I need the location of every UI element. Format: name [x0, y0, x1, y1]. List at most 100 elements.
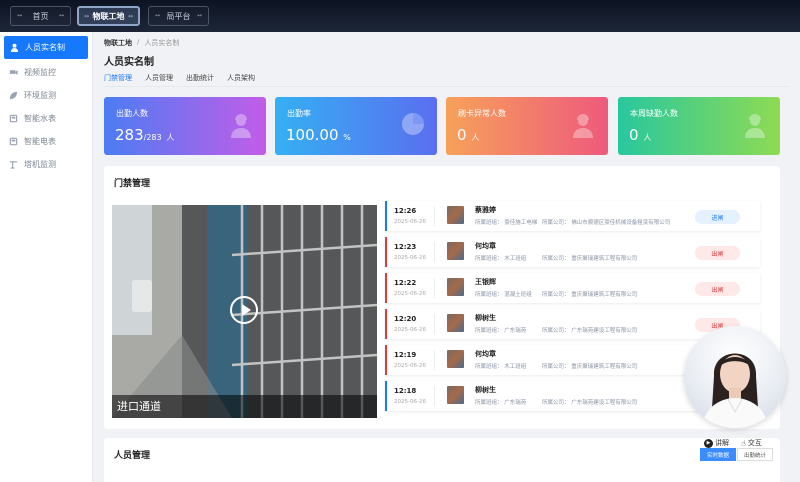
record-date: 2025-06-26	[394, 399, 426, 405]
direction-indicator	[385, 273, 387, 303]
sidebar-item-electric-meter[interactable]: 智能电表	[0, 130, 92, 153]
worker-icon	[231, 114, 251, 138]
direction-indicator	[385, 381, 387, 411]
sidebar-item-environment[interactable]: 环境监测	[0, 84, 92, 107]
tower-crane-icon	[9, 160, 18, 169]
record-divider	[434, 278, 435, 298]
stat-label: 出勤率	[287, 109, 311, 118]
stat-card-absent: 本周缺勤人数 0 人	[618, 97, 780, 155]
electric-meter-icon	[9, 137, 18, 146]
water-meter-icon	[9, 114, 18, 123]
worker-photo	[447, 350, 464, 368]
direction-badge: 出闸	[695, 246, 740, 260]
worker-photo	[447, 314, 464, 332]
access-record[interactable]: 12:20 2025-06-26 柳树生 所属班组： 广东瑞苑 所属公司： 广东…	[385, 309, 760, 339]
stat-value: 100.00 %	[286, 126, 351, 144]
record-time: 12:26	[394, 207, 417, 215]
realtime-data-button[interactable]: 实时数据	[700, 448, 736, 461]
worker-company: 所属公司： 广东瑞苑建设工程有限公司	[542, 400, 638, 406]
double-arrow-icon: ↔	[17, 12, 23, 19]
stat-value: 0 人	[457, 126, 480, 144]
panel-title: 人员管理	[114, 451, 151, 461]
worker-photo	[447, 386, 464, 404]
tab-bar: 门禁管理 人员管理 出勤统计 人员架构	[104, 73, 255, 87]
double-arrow-icon: ↔	[84, 13, 90, 20]
record-divider	[434, 386, 435, 406]
breadcrumb-current: 人员实名制	[144, 39, 180, 47]
tab-divider	[104, 86, 790, 87]
sidebar-item-real-name[interactable]: 人员实名制	[4, 36, 88, 59]
record-divider	[434, 350, 435, 370]
record-time: 12:20	[394, 315, 417, 323]
record-date: 2025-06-26	[394, 255, 426, 261]
stat-card-attendance: 出勤人数 283/283 人	[104, 97, 266, 155]
page-title: 人员实名制	[104, 57, 154, 68]
double-arrow-icon: ↔	[196, 12, 202, 19]
sidebar-item-water-meter[interactable]: 智能水表	[0, 107, 92, 130]
stat-label: 出勤人数	[116, 109, 148, 118]
ai-assistant-avatar[interactable]	[684, 326, 786, 428]
access-control-panel: 门禁管理 进口通道 12:26 2025-06-26 蔡雅婷 所属班组： 豪佳施…	[104, 166, 780, 429]
assistant-interact-button[interactable]: ☝ 交互	[741, 438, 762, 448]
worker-name: 蔡雅婷	[475, 206, 496, 214]
record-divider	[434, 206, 435, 226]
attendance-stats-button[interactable]: 出勤统计	[737, 448, 773, 461]
direction-indicator	[385, 201, 387, 231]
worker-company: 所属公司： 广东瑞苑建设工程有限公司	[542, 328, 638, 334]
access-record[interactable]: 12:26 2025-06-26 蔡雅婷 所属班组： 豪佳施工电梯 所属公司： …	[385, 201, 760, 231]
stat-label: 本周缺勤人数	[630, 109, 678, 118]
worker-photo	[447, 206, 464, 224]
sidebar-item-tower-crane[interactable]: 塔机监测	[0, 153, 92, 176]
speak-icon: ▶	[704, 438, 713, 448]
sidebar: 人员实名制 视频监控 环境监测 智能水表 智能电表 塔机监测	[0, 32, 93, 482]
stat-value: 283/283 人	[115, 126, 175, 144]
record-divider	[434, 314, 435, 334]
sidebar-item-video[interactable]: 视频监控	[0, 61, 92, 84]
direction-indicator	[385, 309, 387, 339]
worker-name: 何均章	[475, 242, 496, 250]
stat-card-abnormal: 刷卡异常人数 0 人	[446, 97, 608, 155]
breadcrumb: 物联工地 / 人员实名制	[104, 38, 179, 48]
double-arrow-icon: ↔	[155, 12, 161, 19]
leaf-icon	[9, 91, 18, 100]
interact-icon: ☝	[741, 438, 746, 448]
stat-label: 刷卡异常人数	[458, 109, 506, 118]
worker-icon	[745, 114, 765, 138]
worker-team: 所属班组： 木工班组	[475, 256, 527, 262]
worker-photo	[447, 278, 464, 296]
worker-company: 所属公司： 佛山市顺德区豪佳机械设备租赁有限公司	[542, 220, 671, 226]
camera-icon	[9, 68, 18, 77]
tab-access-control[interactable]: 门禁管理	[104, 73, 132, 87]
worker-company: 所属公司： 重庆聚瑞建筑工程有限公司	[542, 256, 638, 262]
worker-team: 所属班组： 混凝土班组	[475, 292, 532, 298]
play-icon[interactable]	[230, 296, 258, 324]
record-date: 2025-06-26	[394, 291, 426, 297]
breadcrumb-separator: /	[137, 38, 140, 46]
tab-attendance[interactable]: 出勤统计	[186, 73, 214, 87]
breadcrumb-root[interactable]: 物联工地	[104, 38, 132, 48]
nav-iot-site-button[interactable]: ↔ 物联工地 ↔	[77, 6, 140, 26]
nav-home-button[interactable]: ↔ 首页 ↔	[10, 6, 71, 26]
tab-structure[interactable]: 人员架构	[227, 73, 255, 87]
worker-team: 所属班组： 广东瑞苑	[475, 328, 527, 334]
access-record[interactable]: 12:22 2025-06-26 王银辉 所属班组： 混凝土班组 所属公司： 重…	[385, 273, 760, 303]
main-content: 物联工地 / 人员实名制 人员实名制 门禁管理 人员管理 出勤统计 人员架构 出…	[94, 32, 800, 482]
video-player[interactable]: 进口通道	[112, 205, 377, 418]
top-nav-bar: ↔ 首页 ↔ ↔ 物联工地 ↔ ↔ 局平台 ↔	[0, 0, 800, 32]
worker-team: 所属班组： 广东瑞苑	[475, 400, 527, 406]
worker-name: 何均章	[475, 350, 496, 358]
record-time: 12:22	[394, 279, 417, 287]
worker-name: 柳树生	[475, 386, 496, 394]
access-record[interactable]: 12:23 2025-06-26 何均章 所属班组： 木工班组 所属公司： 重庆…	[385, 237, 760, 267]
tab-personnel[interactable]: 人员管理	[145, 73, 173, 87]
record-date: 2025-06-26	[394, 327, 426, 333]
direction-badge: 出闸	[695, 282, 740, 296]
record-date: 2025-06-26	[394, 219, 426, 225]
stat-card-rate: 出勤率 100.00 %	[275, 97, 437, 155]
direction-badge: 进闸	[695, 210, 740, 224]
nav-bureau-platform-button[interactable]: ↔ 局平台 ↔	[148, 6, 209, 26]
record-time: 12:19	[394, 351, 417, 359]
assistant-speak-button[interactable]: ▶ 讲解	[704, 438, 729, 448]
worker-team: 所属班组： 豪佳施工电梯	[475, 220, 538, 226]
direction-indicator	[385, 237, 387, 267]
